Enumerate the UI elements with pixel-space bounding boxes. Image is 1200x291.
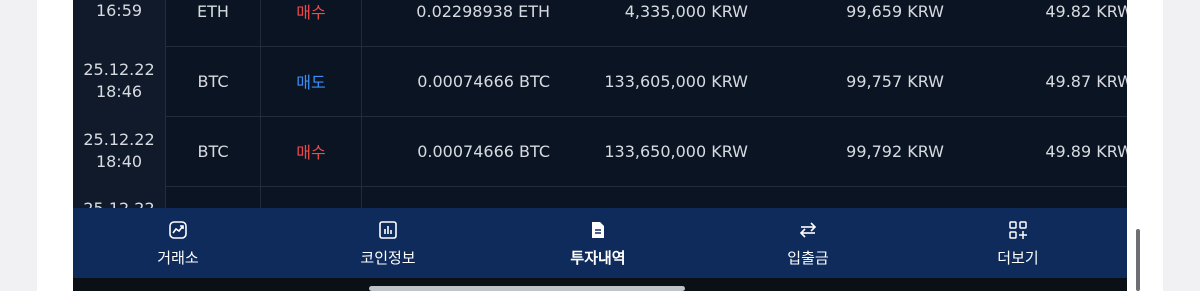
date-cell: 25.12.22 18:46 [73,46,166,116]
bar-chart-icon [377,219,399,241]
nav-item-investment-history[interactable]: 투자내역 [493,208,703,278]
nav-item-deposit-withdraw[interactable]: 입출금 [703,208,913,278]
table-row[interactable]: 25.12.22 18:46 BTC 매도 0.00074666 BTC 133… [73,46,1127,117]
side-cell: 매수 [261,116,362,186]
chart-icon [167,219,189,241]
date-cell: 25.12.22 18:40 [73,116,166,186]
side-cell [261,186,362,208]
fee-cell: 49.82 KRW [1045,1,1127,21]
nav-label: 입출금 [787,248,829,267]
right-frame [1127,0,1163,291]
scrollbar[interactable] [1136,229,1140,291]
trade-time: 16:59 [95,1,143,20]
table-row[interactable]: 25.12.22 [73,186,1127,208]
quantity-cell: 0.00074666 BTC [417,71,550,91]
transfer-icon [797,219,819,241]
side-cell: 매도 [261,46,362,116]
trade-time: 18:40 [95,152,143,171]
table-row[interactable]: 16:59 ETH 매수 0.02298938 ETH 4,335,000 KR… [73,0,1127,47]
amount-cell: 99,659 KRW [846,1,944,21]
fee-cell: 49.87 KRW [1045,71,1127,91]
table-row[interactable]: 25.12.22 18:40 BTC 매수 0.00074666 BTC 133… [73,116,1127,187]
side-cell: 매수 [261,0,362,46]
home-indicator[interactable] [369,286,685,291]
quantity-cell: 0.00074666 BTC [417,141,550,161]
document-icon [587,219,609,241]
trade-history-table: 16:59 ETH 매수 0.02298938 ETH 4,335,000 KR… [73,0,1127,208]
coin-cell [166,186,261,208]
date-cell: 25.12.22 [73,186,166,208]
date-cell: 16:59 [73,0,166,46]
nav-label: 거래소 [157,248,199,267]
price-cell: 4,335,000 KRW [624,1,748,21]
trade-date: 25.12.22 [83,130,155,149]
amount-cell: 99,757 KRW [846,71,944,91]
fee-cell: 49.89 KRW [1045,141,1127,161]
trade-date: 25.12.22 [83,60,155,79]
price-cell: 133,605,000 KRW [604,71,748,91]
nav-label: 더보기 [997,248,1039,267]
amount-cell: 99,792 KRW [846,141,944,161]
coin-cell: ETH [166,0,261,46]
nav-item-coin-info[interactable]: 코인정보 [283,208,493,278]
bottom-navigation: 거래소 코인정보 투자내역 입출금 더보기 [73,208,1127,278]
coin-cell: BTC [166,116,261,186]
trade-date: 25.12.22 [83,198,154,208]
nav-label: 투자내역 [570,248,626,267]
nav-item-exchange[interactable]: 거래소 [73,208,283,278]
price-cell: 133,650,000 KRW [604,141,748,161]
app-screen: 16:59 ETH 매수 0.02298938 ETH 4,335,000 KR… [73,0,1127,291]
coin-cell: BTC [166,46,261,116]
quantity-cell: 0.02298938 ETH [416,1,550,21]
more-grid-icon [1007,219,1029,241]
left-frame [37,0,73,291]
trade-time: 18:46 [95,82,143,101]
nav-label: 코인정보 [360,248,416,267]
nav-item-more[interactable]: 더보기 [913,208,1123,278]
